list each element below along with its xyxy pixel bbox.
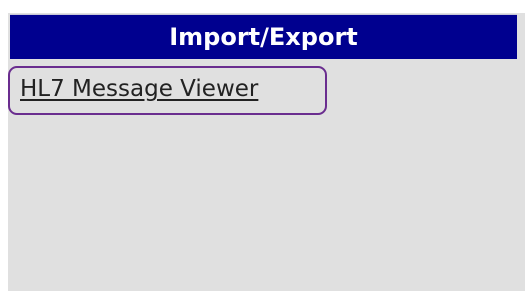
panel-title: Import/Export xyxy=(10,14,517,59)
highlight-box: HL7 Message Viewer xyxy=(8,66,327,115)
hl7-message-viewer-link[interactable]: HL7 Message Viewer xyxy=(20,76,258,102)
page: Import/Export HL7 Message Viewer xyxy=(0,0,525,291)
